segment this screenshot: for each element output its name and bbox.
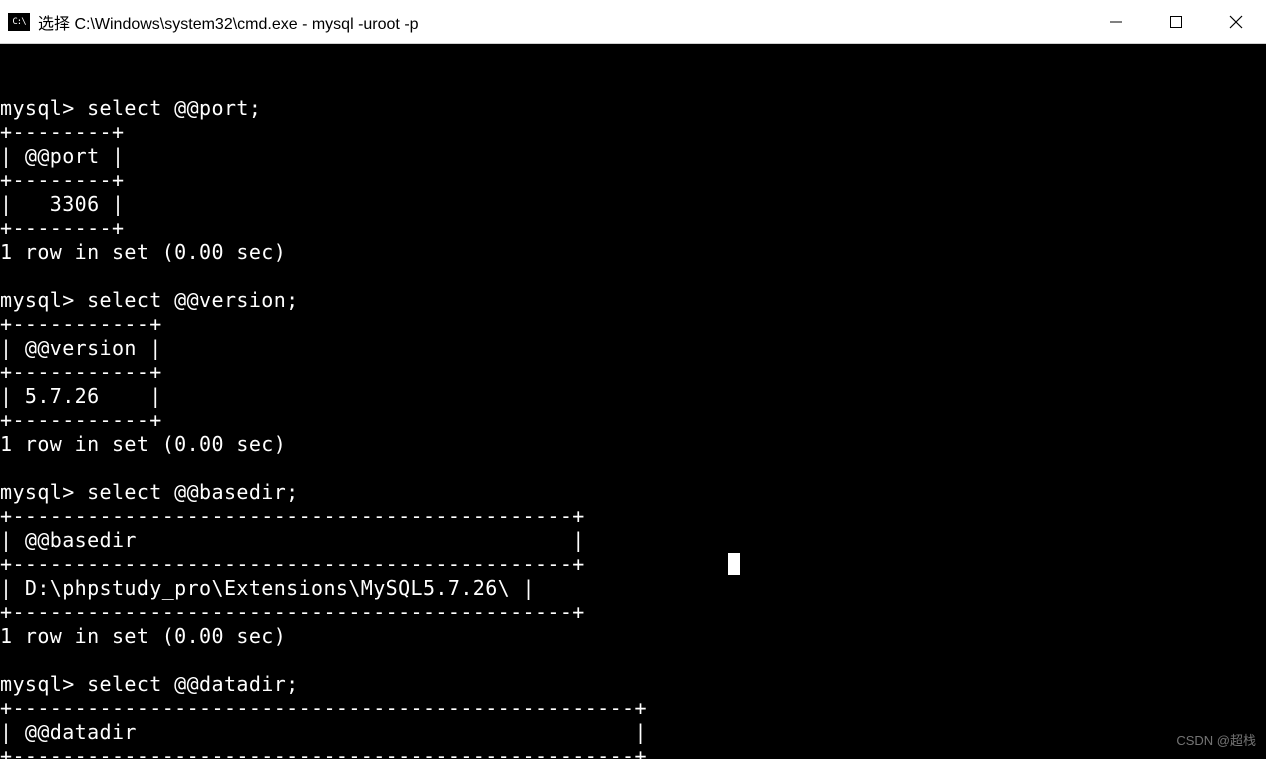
maximize-icon [1170, 16, 1182, 28]
terminal-area[interactable]: mysql> select @@port; +--------+ | @@por… [0, 44, 1266, 759]
terminal-cursor [728, 553, 740, 575]
window-titlebar: C:\ 选择 C:\Windows\system32\cmd.exe - mys… [0, 0, 1266, 44]
titlebar-left: C:\ 选择 C:\Windows\system32\cmd.exe - mys… [8, 10, 419, 34]
maximize-button[interactable] [1146, 0, 1206, 43]
window-controls [1086, 0, 1266, 43]
watermark-text: CSDN @超栈 [1176, 729, 1256, 753]
close-button[interactable] [1206, 0, 1266, 43]
terminal-output: mysql> select @@port; +--------+ | @@por… [0, 96, 1266, 759]
minimize-icon [1110, 16, 1122, 28]
minimize-button[interactable] [1086, 0, 1146, 43]
close-icon [1229, 15, 1243, 29]
window-title: 选择 C:\Windows\system32\cmd.exe - mysql -… [38, 10, 419, 34]
app-icon: C:\ [8, 13, 30, 31]
